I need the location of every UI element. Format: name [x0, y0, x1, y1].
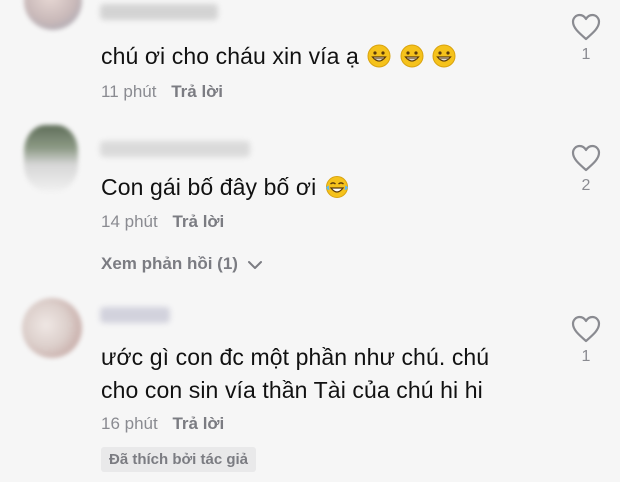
liked-by-author-badge: Đã thích bởi tác giả	[101, 447, 257, 472]
comment-time: 16 phút	[101, 414, 158, 433]
comment-meta: 14 phút Trả lời	[101, 212, 224, 232]
comment-meta: 11 phút Trả lời	[101, 82, 223, 102]
avatar[interactable]	[24, 0, 82, 30]
grinning-face-icon	[398, 43, 431, 69]
comment-text: ước gì con đc một phần như chú. chú cho …	[101, 344, 490, 403]
avatar[interactable]	[24, 125, 78, 191]
heart-icon	[571, 13, 601, 41]
heart-icon	[571, 315, 601, 343]
like-button[interactable]: 2	[566, 143, 606, 195]
username-blurred[interactable]	[100, 141, 250, 157]
grinning-face-icon	[365, 43, 398, 69]
chevron-down-icon	[247, 261, 262, 269]
reply-button[interactable]: Trả lời	[172, 212, 224, 231]
like-count: 1	[581, 46, 591, 63]
comment-time: 11 phút	[101, 82, 157, 101]
reply-button[interactable]: Trả lời	[171, 82, 223, 101]
comment-text: chú ơi cho cháu xin vía ạ	[101, 40, 456, 73]
reply-button[interactable]: Trả lời	[172, 414, 224, 433]
comment-meta: 16 phút Trả lời	[101, 414, 224, 434]
username-blurred[interactable]	[100, 307, 170, 323]
like-count: 1	[581, 348, 591, 365]
like-button[interactable]: 1	[566, 314, 606, 366]
comment-time: 14 phút	[101, 212, 158, 231]
grinning-face-icon	[430, 43, 456, 69]
like-button[interactable]: 1	[566, 12, 606, 64]
tears-of-joy-face-icon	[323, 174, 349, 200]
view-replies-button[interactable]: Xem phản hồi (1)	[101, 254, 263, 274]
heart-icon	[571, 144, 601, 172]
comment-text: Con gái bố đây bố ơi	[101, 171, 349, 204]
avatar[interactable]	[22, 298, 82, 358]
username-blurred[interactable]	[100, 4, 218, 20]
like-count: 2	[581, 177, 591, 194]
